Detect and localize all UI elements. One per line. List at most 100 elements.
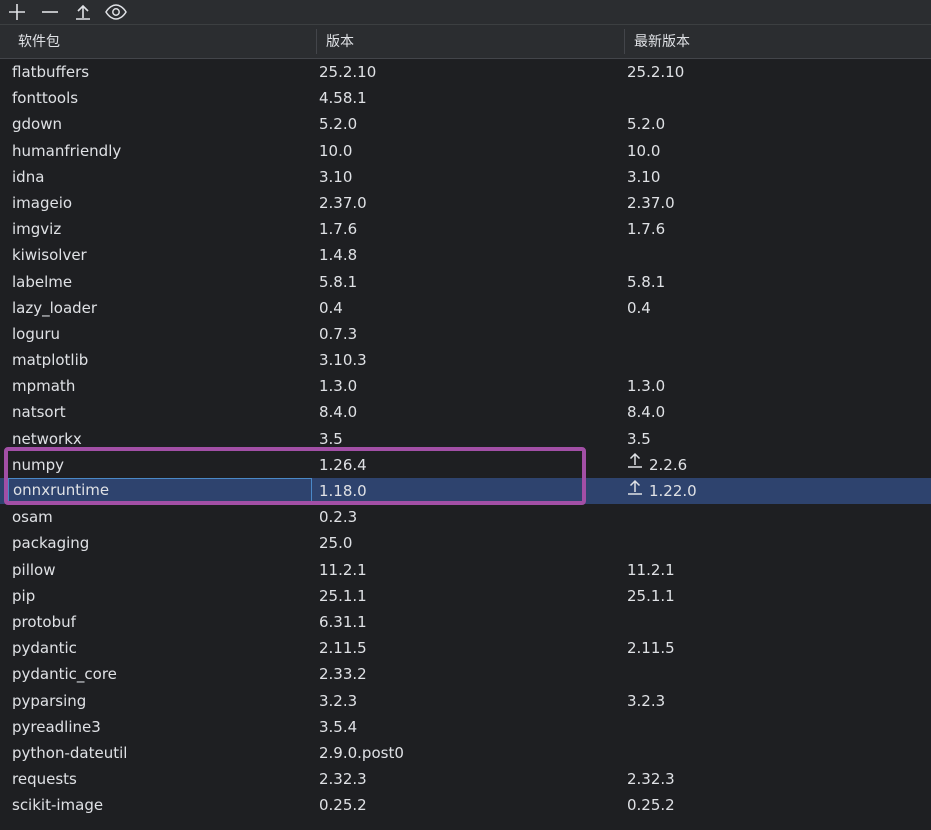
table-row[interactable]: flatbuffers 25.2.10 25.2.10 <box>0 59 931 85</box>
version-cell[interactable]: 3.5.4 <box>319 714 357 740</box>
table-row[interactable]: imageio 2.37.0 2.37.0 <box>0 190 931 216</box>
column-header-version[interactable]: 版本 <box>326 25 354 58</box>
table-row[interactable]: requests 2.32.3 2.32.3 <box>0 766 931 792</box>
version-cell[interactable]: 2.11.5 <box>319 635 367 661</box>
version-cell[interactable]: 11.2.1 <box>319 557 367 583</box>
package-name-cell[interactable]: matplotlib <box>12 347 88 373</box>
latest-version-cell[interactable]: 5.2.0 <box>627 111 665 137</box>
table-row[interactable]: pip 25.1.1 25.1.1 <box>0 583 931 609</box>
table-row[interactable]: gdown 5.2.0 5.2.0 <box>0 111 931 137</box>
latest-version-cell[interactable]: 8.4.0 <box>627 399 665 425</box>
package-name-cell[interactable]: fonttools <box>12 85 78 111</box>
table-row[interactable]: loguru 0.7.3 <box>0 321 931 347</box>
version-cell[interactable]: 1.26.4 <box>319 452 367 478</box>
table-row[interactable]: packaging 25.0 <box>0 530 931 556</box>
table-row[interactable]: pydantic_core 2.33.2 <box>0 661 931 687</box>
package-name-cell[interactable]: osam <box>12 504 53 530</box>
package-name-cell[interactable]: pillow <box>12 557 55 583</box>
table-row[interactable]: networkx 3.5 3.5 <box>0 426 931 452</box>
package-name-cell[interactable]: kiwisolver <box>12 242 87 268</box>
package-name-cell[interactable]: scikit-image <box>12 792 103 818</box>
latest-version-cell[interactable]: 3.5 <box>627 426 651 452</box>
package-name-cell[interactable]: imageio <box>12 190 72 216</box>
package-name-cell[interactable]: natsort <box>12 399 66 425</box>
version-cell[interactable]: 2.33.2 <box>319 661 367 687</box>
show-latest-button[interactable] <box>99 0 132 24</box>
package-name-cell[interactable]: pydantic <box>12 635 77 661</box>
table-row[interactable]: lazy_loader 0.4 0.4 <box>0 295 931 321</box>
package-name-cell[interactable]: pip <box>12 583 35 609</box>
package-name-cell[interactable]: loguru <box>12 321 60 347</box>
latest-version-cell[interactable]: 1.22.0 <box>627 478 697 504</box>
table-row[interactable]: labelme 5.8.1 5.8.1 <box>0 269 931 295</box>
version-cell[interactable]: 25.1.1 <box>319 583 367 609</box>
table-row[interactable]: python-dateutil 2.9.0.post0 <box>0 740 931 766</box>
latest-version-cell[interactable]: 2.32.3 <box>627 766 675 792</box>
version-cell[interactable]: 3.10 <box>319 164 352 190</box>
table-row[interactable]: humanfriendly 10.0 10.0 <box>0 138 931 164</box>
package-name-cell[interactable]: onnxruntime <box>8 478 312 503</box>
upgrade-package-button[interactable] <box>66 0 99 24</box>
remove-package-button[interactable] <box>33 0 66 24</box>
add-package-button[interactable] <box>0 0 33 24</box>
version-cell[interactable]: 0.4 <box>319 295 343 321</box>
column-header-package[interactable]: 软件包 <box>18 25 60 58</box>
version-cell[interactable]: 2.32.3 <box>319 766 367 792</box>
column-divider[interactable] <box>624 29 625 54</box>
latest-version-cell[interactable]: 2.2.6 <box>627 452 687 478</box>
table-row[interactable]: kiwisolver 1.4.8 <box>0 242 931 268</box>
package-name-cell[interactable]: flatbuffers <box>12 59 89 85</box>
latest-version-cell[interactable]: 10.0 <box>627 138 660 164</box>
latest-version-cell[interactable]: 25.2.10 <box>627 59 684 85</box>
table-row[interactable]: matplotlib 3.10.3 <box>0 347 931 373</box>
table-row[interactable]: imgviz 1.7.6 1.7.6 <box>0 216 931 242</box>
latest-version-cell[interactable]: 1.7.6 <box>627 216 665 242</box>
version-cell[interactable]: 6.31.1 <box>319 609 367 635</box>
package-name-cell[interactable]: gdown <box>12 111 62 137</box>
package-name-cell[interactable]: networkx <box>12 426 82 452</box>
table-row[interactable]: scikit-image 0.25.2 0.25.2 <box>0 792 931 818</box>
latest-version-cell[interactable]: 1.3.0 <box>627 373 665 399</box>
version-cell[interactable]: 2.37.0 <box>319 190 367 216</box>
table-row[interactable]: numpy 1.26.4 2.2.6 <box>0 452 931 478</box>
latest-version-cell[interactable]: 2.11.5 <box>627 635 675 661</box>
column-divider[interactable] <box>316 29 317 54</box>
version-cell[interactable]: 25.2.10 <box>319 59 376 85</box>
table-row[interactable]: fonttools 4.58.1 <box>0 85 931 111</box>
version-cell[interactable]: 0.25.2 <box>319 792 367 818</box>
version-cell[interactable]: 3.2.3 <box>319 688 357 714</box>
latest-version-cell[interactable]: 25.1.1 <box>627 583 675 609</box>
latest-version-cell[interactable]: 11.2.1 <box>627 557 675 583</box>
table-row[interactable]: pydantic 2.11.5 2.11.5 <box>0 635 931 661</box>
version-cell[interactable]: 3.5 <box>319 426 343 452</box>
package-name-cell[interactable]: numpy <box>12 452 64 478</box>
version-cell[interactable]: 1.7.6 <box>319 216 357 242</box>
version-cell[interactable]: 1.4.8 <box>319 242 357 268</box>
package-name-cell[interactable]: requests <box>12 766 77 792</box>
version-cell[interactable]: 2.9.0.post0 <box>319 740 404 766</box>
latest-version-cell[interactable]: 5.8.1 <box>627 269 665 295</box>
package-name-cell[interactable]: lazy_loader <box>12 295 97 321</box>
latest-version-cell[interactable]: 2.37.0 <box>627 190 675 216</box>
version-cell[interactable]: 0.7.3 <box>319 321 357 347</box>
latest-version-cell[interactable]: 3.2.3 <box>627 688 665 714</box>
table-row[interactable]: pyparsing 3.2.3 3.2.3 <box>0 688 931 714</box>
package-name-cell[interactable]: humanfriendly <box>12 138 121 164</box>
version-cell[interactable]: 10.0 <box>319 138 352 164</box>
column-header-latest-version[interactable]: 最新版本 <box>634 25 690 58</box>
version-cell[interactable]: 5.2.0 <box>319 111 357 137</box>
version-cell[interactable]: 3.10.3 <box>319 347 367 373</box>
table-row[interactable]: pillow 11.2.1 11.2.1 <box>0 557 931 583</box>
table-row[interactable]: idna 3.10 3.10 <box>0 164 931 190</box>
table-row[interactable]: pyreadline3 3.5.4 <box>0 714 931 740</box>
package-name-cell[interactable]: pyparsing <box>12 688 86 714</box>
version-cell[interactable]: 5.8.1 <box>319 269 357 295</box>
version-cell[interactable]: 1.3.0 <box>319 373 357 399</box>
package-name-cell[interactable]: packaging <box>12 530 89 556</box>
version-cell[interactable]: 0.2.3 <box>319 504 357 530</box>
package-name-cell[interactable]: protobuf <box>12 609 76 635</box>
table-row[interactable]: natsort 8.4.0 8.4.0 <box>0 399 931 425</box>
latest-version-cell[interactable]: 3.10 <box>627 164 660 190</box>
package-name-cell[interactable]: imgviz <box>12 216 61 242</box>
package-name-cell[interactable]: idna <box>12 164 44 190</box>
